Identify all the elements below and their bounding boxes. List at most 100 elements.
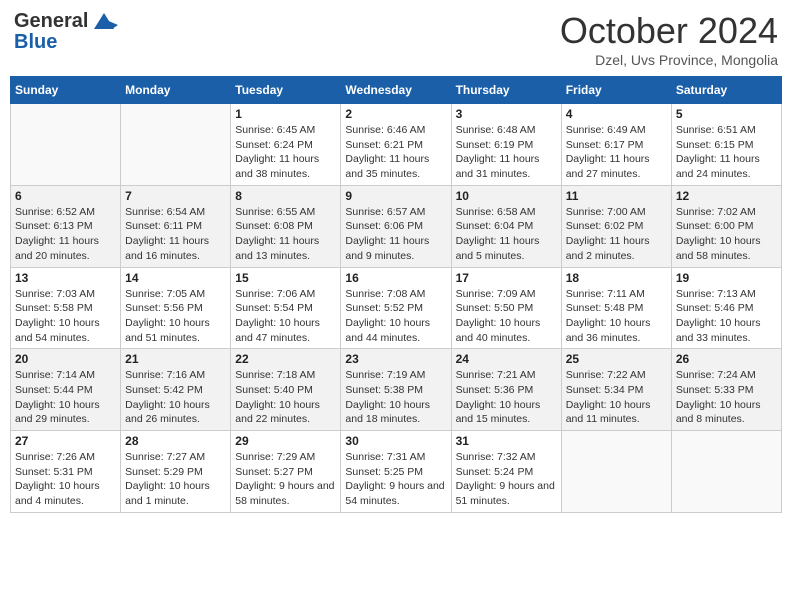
cell-sun-info: Sunrise: 7:14 AM Sunset: 5:44 PM Dayligh… (15, 368, 116, 427)
calendar-cell: 6Sunrise: 6:52 AM Sunset: 6:13 PM Daylig… (11, 185, 121, 267)
cell-sun-info: Sunrise: 6:58 AM Sunset: 6:04 PM Dayligh… (456, 205, 557, 264)
title-section: October 2024 Dzel, Uvs Province, Mongoli… (560, 10, 778, 68)
day-number: 6 (15, 189, 116, 203)
day-number: 5 (676, 107, 777, 121)
calendar-cell: 15 Sunrise: 7:06 AM Sunset: 5:54 PM Dayli… (231, 267, 341, 349)
day-number: 1 (235, 107, 336, 121)
cell-sun-info: Sunrise: 7:24 AM Sunset: 5:33 PM Dayligh… (676, 368, 777, 427)
day-number: 2 (345, 107, 446, 121)
calendar-cell: 28 Sunrise: 7:27 AM Sunset: 5:29 PM Dayli… (121, 431, 231, 513)
calendar-cell (561, 431, 671, 513)
cell-sun-info: Sunrise: 7:29 AM Sunset: 5:27 PM Dayligh… (235, 450, 336, 509)
calendar-cell: 21 Sunrise: 7:16 AM Sunset: 5:42 PM Dayli… (121, 349, 231, 431)
cell-sun-info: Sunrise: 6:46 AM Sunset: 6:21 PM Dayligh… (345, 123, 446, 182)
cell-sun-info: Sunrise: 6:51 AM Sunset: 6:15 PM Dayligh… (676, 123, 777, 182)
day-number: 23 (345, 352, 446, 366)
calendar-cell: 5 Sunrise: 6:51 AM Sunset: 6:15 PM Daylig… (671, 104, 781, 186)
cell-sun-info: Sunrise: 7:05 AM Sunset: 5:56 PM Dayligh… (125, 287, 226, 346)
cell-sun-info: Sunrise: 6:55 AM Sunset: 6:08 PM Dayligh… (235, 205, 336, 264)
calendar-cell: 1 Sunrise: 6:45 AM Sunset: 6:24 PM Daylig… (231, 104, 341, 186)
cell-sun-info: Sunrise: 6:48 AM Sunset: 6:19 PM Dayligh… (456, 123, 557, 182)
day-number: 21 (125, 352, 226, 366)
calendar-cell (11, 104, 121, 186)
day-number: 15 (235, 271, 336, 285)
day-number: 11 (566, 189, 667, 203)
location-subtitle: Dzel, Uvs Province, Mongolia (560, 52, 778, 68)
cell-sun-info: Sunrise: 6:57 AM Sunset: 6:06 PM Dayligh… (345, 205, 446, 264)
day-number: 28 (125, 434, 226, 448)
day-number: 7 (125, 189, 226, 203)
day-number: 12 (676, 189, 777, 203)
calendar-cell: 12 Sunrise: 7:02 AM Sunset: 6:00 PM Dayli… (671, 185, 781, 267)
day-number: 9 (345, 189, 446, 203)
day-number: 31 (456, 434, 557, 448)
calendar-table: SundayMondayTuesdayWednesdayThursdayFrid… (10, 76, 782, 513)
calendar-cell: 20Sunrise: 7:14 AM Sunset: 5:44 PM Dayli… (11, 349, 121, 431)
calendar-cell: 18Sunrise: 7:11 AM Sunset: 5:48 PM Dayli… (561, 267, 671, 349)
calendar-cell: 29 Sunrise: 7:29 AM Sunset: 5:27 PM Dayli… (231, 431, 341, 513)
calendar-cell: 9 Sunrise: 6:57 AM Sunset: 6:06 PM Daylig… (341, 185, 451, 267)
cell-sun-info: Sunrise: 7:06 AM Sunset: 5:54 PM Dayligh… (235, 287, 336, 346)
cell-sun-info: Sunrise: 7:22 AM Sunset: 5:34 PM Dayligh… (566, 368, 667, 427)
cell-sun-info: Sunrise: 7:08 AM Sunset: 5:52 PM Dayligh… (345, 287, 446, 346)
calendar-cell: 24 Sunrise: 7:21 AM Sunset: 5:36 PM Dayli… (451, 349, 561, 431)
day-number: 16 (345, 271, 446, 285)
calendar-header-row: SundayMondayTuesdayWednesdayThursdayFrid… (11, 77, 782, 104)
day-number: 22 (235, 352, 336, 366)
calendar-cell: 26 Sunrise: 7:24 AM Sunset: 5:33 PM Dayli… (671, 349, 781, 431)
cell-sun-info: Sunrise: 6:49 AM Sunset: 6:17 PM Dayligh… (566, 123, 667, 182)
day-number: 25 (566, 352, 667, 366)
cell-sun-info: Sunrise: 7:27 AM Sunset: 5:29 PM Dayligh… (125, 450, 226, 509)
day-number: 19 (676, 271, 777, 285)
logo: General Blue (14, 10, 118, 53)
day-number: 24 (456, 352, 557, 366)
cell-sun-info: Sunrise: 6:45 AM Sunset: 6:24 PM Dayligh… (235, 123, 336, 182)
cell-sun-info: Sunrise: 7:18 AM Sunset: 5:40 PM Dayligh… (235, 368, 336, 427)
day-number: 29 (235, 434, 336, 448)
day-number: 14 (125, 271, 226, 285)
calendar-cell: 27Sunrise: 7:26 AM Sunset: 5:31 PM Dayli… (11, 431, 121, 513)
weekday-header: Saturday (671, 77, 781, 104)
calendar-cell: 17 Sunrise: 7:09 AM Sunset: 5:50 PM Dayli… (451, 267, 561, 349)
cell-sun-info: Sunrise: 7:31 AM Sunset: 5:25 PM Dayligh… (345, 450, 446, 509)
cell-sun-info: Sunrise: 7:26 AM Sunset: 5:31 PM Dayligh… (15, 450, 116, 509)
calendar-cell (121, 104, 231, 186)
day-number: 8 (235, 189, 336, 203)
page-header: General Blue October 2024 Dzel, Uvs Prov… (10, 10, 782, 68)
weekday-header: Friday (561, 77, 671, 104)
day-number: 10 (456, 189, 557, 203)
calendar-cell: 10 Sunrise: 6:58 AM Sunset: 6:04 PM Dayli… (451, 185, 561, 267)
cell-sun-info: Sunrise: 7:11 AM Sunset: 5:48 PM Dayligh… (566, 287, 667, 346)
weekday-header: Sunday (11, 77, 121, 104)
cell-sun-info: Sunrise: 7:00 AM Sunset: 6:02 PM Dayligh… (566, 205, 667, 264)
calendar-cell: 3 Sunrise: 6:48 AM Sunset: 6:19 PM Daylig… (451, 104, 561, 186)
cell-sun-info: Sunrise: 6:54 AM Sunset: 6:11 PM Dayligh… (125, 205, 226, 264)
cell-sun-info: Sunrise: 7:19 AM Sunset: 5:38 PM Dayligh… (345, 368, 446, 427)
cell-sun-info: Sunrise: 7:16 AM Sunset: 5:42 PM Dayligh… (125, 368, 226, 427)
day-number: 17 (456, 271, 557, 285)
cell-sun-info: Sunrise: 7:21 AM Sunset: 5:36 PM Dayligh… (456, 368, 557, 427)
cell-sun-info: Sunrise: 7:32 AM Sunset: 5:24 PM Dayligh… (456, 450, 557, 509)
day-number: 26 (676, 352, 777, 366)
calendar-cell: 22 Sunrise: 7:18 AM Sunset: 5:40 PM Dayli… (231, 349, 341, 431)
calendar-cell: 11 Sunrise: 7:00 AM Sunset: 6:02 PM Dayli… (561, 185, 671, 267)
calendar-cell: 7 Sunrise: 6:54 AM Sunset: 6:11 PM Daylig… (121, 185, 231, 267)
weekday-header: Tuesday (231, 77, 341, 104)
calendar-cell (671, 431, 781, 513)
calendar-week-row: 13Sunrise: 7:03 AM Sunset: 5:58 PM Dayli… (11, 267, 782, 349)
day-number: 4 (566, 107, 667, 121)
calendar-week-row: 1 Sunrise: 6:45 AM Sunset: 6:24 PM Daylig… (11, 104, 782, 186)
day-number: 3 (456, 107, 557, 121)
weekday-header: Thursday (451, 77, 561, 104)
cell-sun-info: Sunrise: 7:02 AM Sunset: 6:00 PM Dayligh… (676, 205, 777, 264)
calendar-cell: 31 Sunrise: 7:32 AM Sunset: 5:24 PM Dayli… (451, 431, 561, 513)
calendar-cell: 8 Sunrise: 6:55 AM Sunset: 6:08 PM Daylig… (231, 185, 341, 267)
calendar-cell: 4 Sunrise: 6:49 AM Sunset: 6:17 PM Daylig… (561, 104, 671, 186)
cell-sun-info: Sunrise: 7:09 AM Sunset: 5:50 PM Dayligh… (456, 287, 557, 346)
calendar-cell: 2 Sunrise: 6:46 AM Sunset: 6:21 PM Daylig… (341, 104, 451, 186)
calendar-cell: 13Sunrise: 7:03 AM Sunset: 5:58 PM Dayli… (11, 267, 121, 349)
calendar-cell: 30Sunrise: 7:31 AM Sunset: 5:25 PM Dayli… (341, 431, 451, 513)
month-title: October 2024 (560, 10, 778, 52)
weekday-header: Wednesday (341, 77, 451, 104)
calendar-week-row: 20Sunrise: 7:14 AM Sunset: 5:44 PM Dayli… (11, 349, 782, 431)
